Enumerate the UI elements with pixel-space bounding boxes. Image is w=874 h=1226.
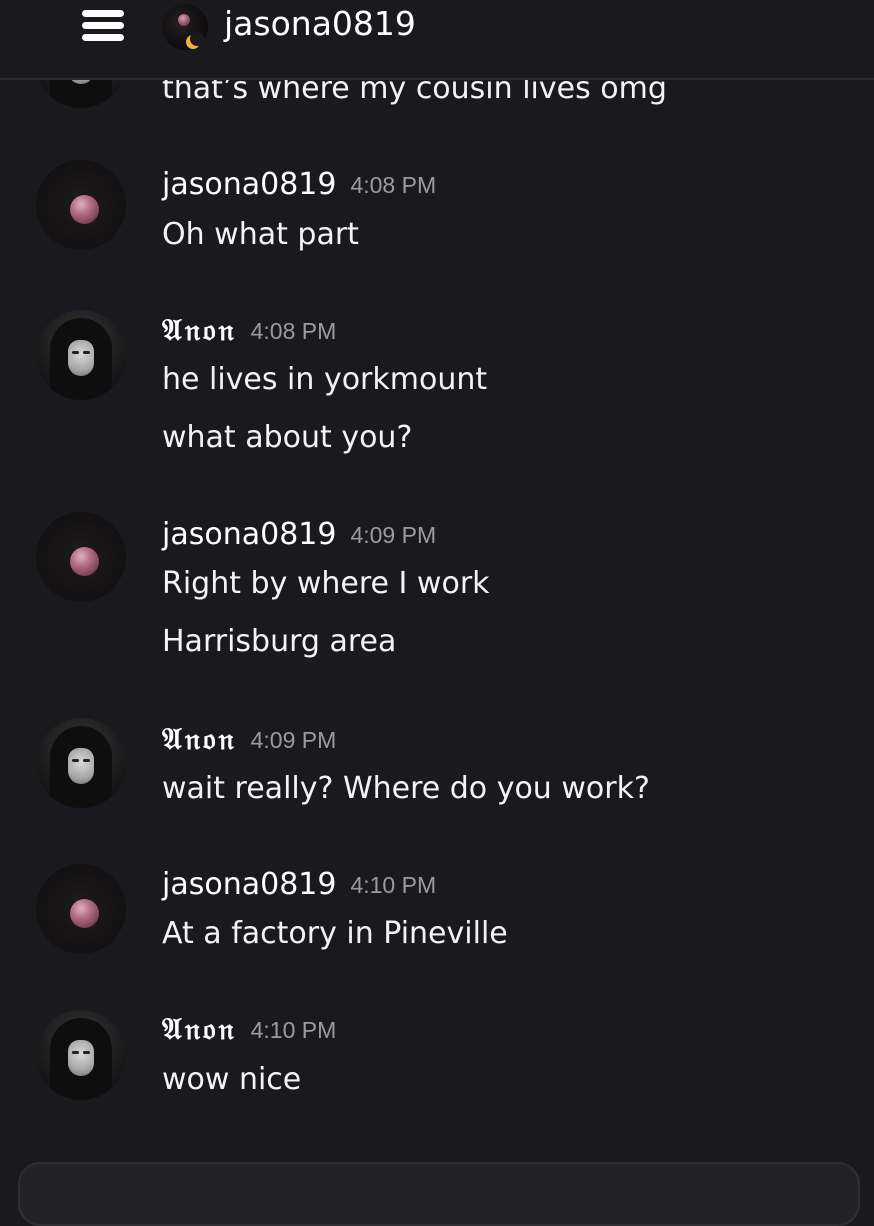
message-author[interactable]: 𝔄𝔫𝔬𝔫 4:09 PM [162, 721, 336, 760]
message-timestamp: 4:08 PM [250, 318, 337, 344]
message-text: what about you? [162, 420, 413, 455]
hamburger-bar [82, 34, 124, 41]
avatar-jasona0819[interactable] [36, 512, 126, 602]
mask-shape [68, 1040, 94, 1076]
message-timestamp: 4:09 PM [250, 727, 337, 753]
dm-avatar-icon[interactable] [162, 4, 208, 50]
message-timestamp: 4:10 PM [250, 1017, 337, 1043]
message-input-box[interactable] [18, 1162, 860, 1226]
message-text: wow nice [162, 1062, 302, 1097]
author-name[interactable]: 𝔄𝔫𝔬𝔫 [162, 722, 237, 757]
message-text: wait really? Where do you work? [162, 771, 650, 806]
message-author[interactable]: jasona0819 4:10 PM [162, 866, 436, 905]
avatar-dot [70, 195, 99, 224]
message-timestamp: 4:08 PM [350, 172, 437, 198]
avatar-anon[interactable] [36, 1010, 126, 1100]
message-text: Right by where I work [162, 566, 490, 601]
mask-shape [68, 340, 94, 376]
message-author[interactable]: 𝔄𝔫𝔬𝔫 4:08 PM [162, 312, 336, 351]
hamburger-bar [82, 10, 124, 17]
message-author[interactable]: jasona0819 4:09 PM [162, 516, 436, 555]
message-text: Oh what part [162, 217, 359, 252]
avatar-anon[interactable] [36, 310, 126, 400]
message-text: Harrisburg area [162, 624, 397, 659]
avatar-jasona0819[interactable] [36, 160, 126, 250]
avatar-jasona0819[interactable] [36, 864, 126, 954]
message-timestamp: 4:10 PM [350, 872, 437, 898]
message-list[interactable]: that’s where my cousin lives omg jasona0… [0, 0, 874, 1160]
avatar-dot [70, 547, 99, 576]
author-name[interactable]: 𝔄𝔫𝔬𝔫 [162, 313, 237, 348]
hamburger-icon[interactable] [82, 10, 124, 42]
message-timestamp: 4:09 PM [350, 522, 437, 548]
message-text: At a factory in Pineville [162, 916, 508, 951]
message-author[interactable]: jasona0819 4:08 PM [162, 166, 436, 205]
mask-shape [68, 748, 94, 784]
avatar-dot [178, 14, 190, 26]
message-text: he lives in yorkmount [162, 362, 488, 397]
author-name[interactable]: 𝔄𝔫𝔬𝔫 [162, 1012, 237, 1047]
channel-title[interactable]: jasona0819 [224, 2, 416, 46]
avatar-anon[interactable] [36, 718, 126, 808]
chat-header: jasona0819 [0, 0, 874, 80]
avatar-dot [70, 899, 99, 928]
idle-status-icon [190, 32, 204, 46]
hamburger-bar [82, 22, 124, 29]
author-name[interactable]: jasona0819 [162, 517, 336, 552]
message-author[interactable]: 𝔄𝔫𝔬𝔫 4:10 PM [162, 1011, 336, 1050]
author-name[interactable]: jasona0819 [162, 167, 336, 202]
author-name[interactable]: jasona0819 [162, 867, 336, 902]
